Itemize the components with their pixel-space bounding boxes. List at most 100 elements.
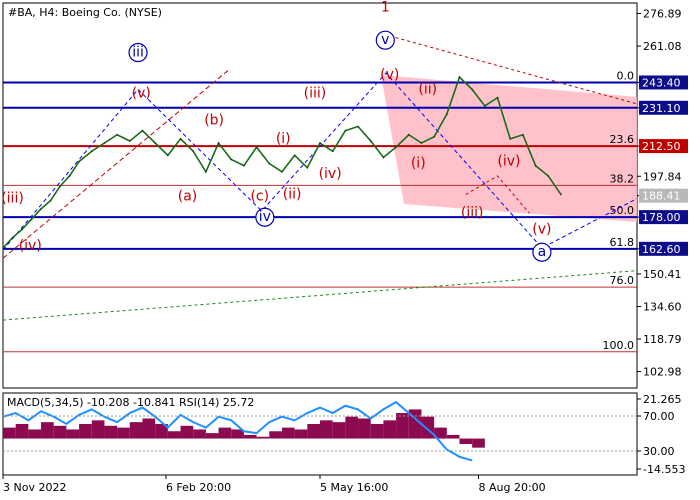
price-point <box>534 164 537 167</box>
fib-label: 38.2 <box>610 172 635 185</box>
price-point <box>59 185 61 188</box>
macd-histogram-bar <box>53 425 67 439</box>
price-point <box>560 193 562 196</box>
price-point <box>11 236 14 239</box>
price-point <box>446 113 448 115</box>
macd-histogram-bar <box>129 422 143 439</box>
wave-label: (a) <box>178 189 198 205</box>
fib-label: 23.6 <box>610 133 635 146</box>
indicator-y-tick-label: 30.00 <box>643 445 675 458</box>
price-point <box>484 105 486 107</box>
macd-histogram-bar <box>28 429 42 439</box>
macd-histogram-bar <box>167 431 181 439</box>
price-point <box>141 129 144 132</box>
macd-histogram-bar <box>294 429 308 439</box>
macd-histogram-bar <box>66 429 80 439</box>
wave-label: (ii) <box>283 187 302 203</box>
price-badge-label: 231.10 <box>642 102 681 115</box>
price-point <box>2 247 4 249</box>
macd-histogram-bar <box>41 422 54 439</box>
price-point <box>78 160 80 163</box>
x-tick-label: 6 Feb 20:00 <box>166 481 231 494</box>
macd-histogram-bar <box>446 434 460 439</box>
price-point <box>281 171 283 173</box>
y-tick-label: 102.98 <box>643 366 682 379</box>
chart-title: #BA, H4: Boeing Co. (NYSE) <box>8 6 162 19</box>
price-point <box>319 142 321 144</box>
macd-histogram-bar <box>205 433 219 439</box>
price-badge-label: 212.50 <box>642 140 681 153</box>
wave-label: (v) <box>532 222 551 238</box>
price-point <box>129 140 131 142</box>
wave-label: (iii) <box>304 86 327 102</box>
macd-histogram-bar <box>243 434 257 439</box>
x-axis: 3 Nov 2022 6 Feb 20:00 5 May 16:00 8 Aug 20… <box>2 475 546 494</box>
wave-label: iv <box>259 209 271 225</box>
wave-label: (v) <box>132 86 151 102</box>
wave-label: a <box>538 244 547 260</box>
price-point <box>49 199 52 202</box>
wave-label: (iv) <box>19 238 42 254</box>
price-point <box>407 133 410 136</box>
indicator-y-tick-label: -14.553 <box>643 463 685 476</box>
wave-label: v <box>381 32 389 48</box>
macd-histogram-bar <box>320 420 333 439</box>
price-point <box>230 158 233 161</box>
macd-histogram-bar <box>117 427 130 439</box>
macd-histogram-bar <box>459 438 473 445</box>
price-badge-label: 178.00 <box>642 211 681 224</box>
macd-histogram-bar <box>79 423 92 439</box>
y-tick-label: 150.41 <box>643 268 682 281</box>
macd-histogram-bar <box>358 418 371 439</box>
price-point <box>458 76 461 78</box>
macd-histogram-bar <box>91 420 105 439</box>
fib-label: 0.0 <box>617 69 635 82</box>
indicator-y-tick-label: 70.00 <box>643 410 675 423</box>
macd-histogram-bar <box>345 416 359 439</box>
macd-histogram-bar <box>3 427 16 439</box>
macd-histogram-bar <box>218 427 232 439</box>
price-point <box>369 140 372 142</box>
price-point <box>293 154 296 157</box>
y-tick-label: 276.89 <box>643 8 682 21</box>
price-point <box>167 154 169 157</box>
price-point <box>192 150 194 153</box>
wave-label: (iv) <box>497 154 520 170</box>
price-point <box>420 142 423 144</box>
fib-label: 76.0 <box>610 274 635 287</box>
price-point <box>268 162 271 165</box>
price-point <box>255 146 258 148</box>
wave-label: (iv) <box>319 166 342 182</box>
price-point <box>90 150 93 153</box>
indicator-title: MACD(5,34,5) -10.208 -10.841 RSI(14) 25.… <box>7 396 254 409</box>
price-point <box>103 142 106 144</box>
macd-histogram-bar <box>332 422 346 439</box>
macd-histogram-bar <box>193 429 206 439</box>
macd-histogram-bar <box>396 413 409 439</box>
macd-histogram-bar <box>180 425 194 439</box>
macd-histogram-bar <box>269 431 282 439</box>
macd-histogram-bar <box>104 425 118 439</box>
price-point <box>547 175 550 177</box>
price-point <box>205 171 207 173</box>
price-badge-label: 188.41 <box>642 190 681 203</box>
wave-label: 1 <box>381 0 390 15</box>
price-point <box>395 146 397 148</box>
price-badge-label: 243.40 <box>642 76 681 89</box>
price-point <box>243 164 245 167</box>
price-point <box>357 125 359 128</box>
chart-canvas: 0.023.638.250.061.876.0100.0 (iii)(iv)ii… <box>1 0 688 494</box>
macd-histogram-bar <box>307 423 320 439</box>
price-point <box>344 129 347 132</box>
price-point <box>154 142 156 144</box>
fib-label: 61.8 <box>610 236 635 249</box>
x-tick-label: 3 Nov 2022 <box>3 481 66 494</box>
wave-label: (iii) <box>461 205 484 221</box>
macd-histogram-bar <box>370 423 384 439</box>
price-point <box>522 133 524 136</box>
price-point <box>217 142 220 144</box>
macd-histogram-bar <box>281 427 295 439</box>
price-badge-label: 162.60 <box>642 243 681 256</box>
price-point <box>21 228 23 231</box>
wave-label: iii <box>132 45 144 61</box>
